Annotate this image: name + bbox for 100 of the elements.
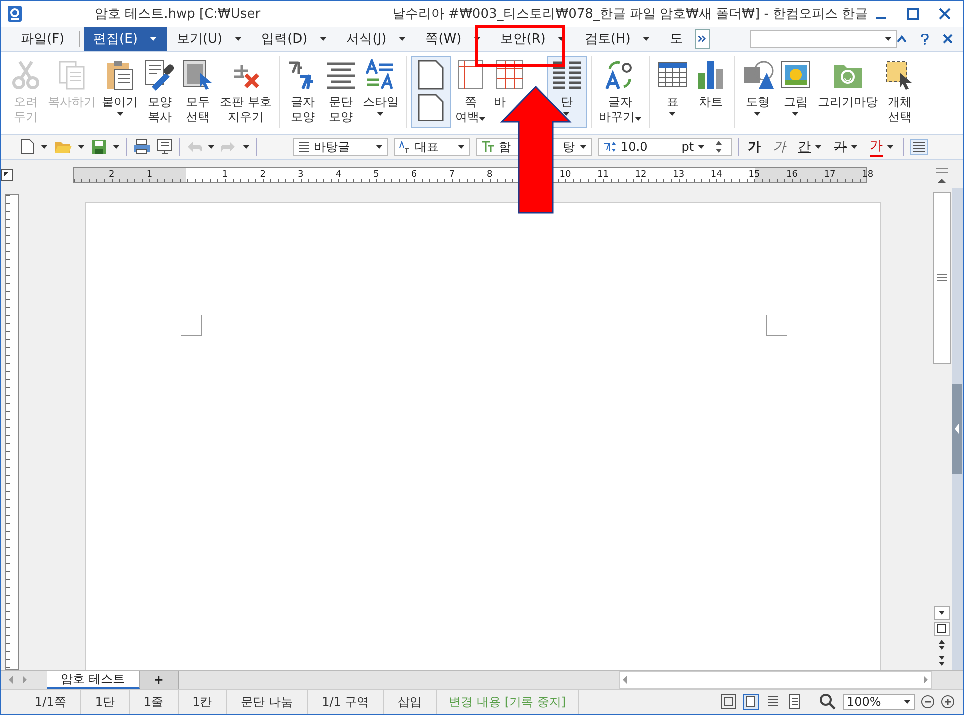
caret-icon[interactable] <box>320 37 327 41</box>
caret-icon[interactable] <box>398 37 406 41</box>
caret-icon[interactable] <box>234 37 242 41</box>
ribbon-button[interactable]: 조판 부호 지우기 <box>217 56 275 128</box>
caret-icon[interactable] <box>243 145 250 149</box>
fit-page-icon[interactable] <box>721 694 737 710</box>
document-tab[interactable]: + <box>140 671 179 689</box>
caret-icon[interactable] <box>642 37 650 41</box>
menu-tab[interactable]: 쪽(W) <box>416 27 491 51</box>
ribbon-button[interactable]: 그림 <box>776 56 815 128</box>
scroll-thumb[interactable] <box>933 192 951 364</box>
caret-icon[interactable] <box>78 145 85 149</box>
caret-icon[interactable] <box>474 37 481 41</box>
ruler-number: 4 <box>336 170 342 180</box>
caret-icon[interactable] <box>634 117 642 121</box>
new-document-icon[interactable] <box>21 139 35 155</box>
draft-view-icon[interactable] <box>787 694 803 710</box>
ruler-number: 10 <box>560 170 572 180</box>
caret-icon[interactable] <box>887 145 894 149</box>
ribbon-button[interactable]: 문단 모양 <box>322 56 360 128</box>
ribbon-button[interactable]: 도형 <box>738 56 777 128</box>
search-icon[interactable] <box>819 693 837 711</box>
format-button[interactable]: 가 <box>770 138 789 156</box>
font-size-combo[interactable]: 10.0 pt <box>598 138 732 156</box>
ribbon-button[interactable]: 붙이기 <box>99 56 141 128</box>
menu-tab[interactable]: 보안(R) <box>490 27 575 51</box>
help-icon[interactable] <box>921 34 929 44</box>
scroll-right-icon[interactable] <box>921 674 931 686</box>
page-view-icon[interactable] <box>743 694 759 710</box>
menu-tab[interactable]: 보기(U) <box>166 27 252 51</box>
style-combo[interactable]: 바탕글 <box>293 138 388 156</box>
ribbon-button[interactable]: 그리기마당 <box>814 56 881 128</box>
print-icon[interactable] <box>133 139 151 155</box>
menu-tab[interactable]: 서식(J) <box>336 27 416 51</box>
format-button[interactable]: 가 <box>867 137 897 157</box>
zoom-combo[interactable]: 100% <box>843 694 915 710</box>
horizontal-scrollbar[interactable] <box>618 671 932 689</box>
zoom-in-icon[interactable] <box>941 695 955 709</box>
collapse-icon[interactable] <box>897 35 907 43</box>
ruler-number: 11 <box>598 170 609 180</box>
side-panel-handle-icon[interactable] <box>952 384 962 474</box>
scroll-down-icon[interactable] <box>934 606 950 620</box>
menu-tab[interactable]: 입력(D) <box>252 27 337 51</box>
paragraph-style-combo[interactable]: 대표 <box>394 138 470 156</box>
ribbon-button[interactable]: 글자 모양 <box>284 56 322 128</box>
ribbon-button[interactable]: 표 <box>654 56 692 128</box>
caret-icon[interactable] <box>377 112 384 116</box>
tab-stop-icon[interactable] <box>1 169 13 181</box>
more-tabs-icon[interactable] <box>694 29 710 49</box>
ribbon-button[interactable]: 모두 선택 <box>179 56 217 128</box>
zoom-out-icon[interactable] <box>921 695 935 709</box>
ribbon-button[interactable] <box>410 56 451 128</box>
page-view-icon[interactable] <box>934 622 950 636</box>
caret-icon[interactable] <box>904 700 911 704</box>
caret-icon[interactable] <box>116 112 124 116</box>
menu-tab[interactable]: 검토(H) <box>574 27 660 51</box>
caret-icon[interactable] <box>558 37 565 41</box>
ribbon-button[interactable]: 스타일 <box>360 56 402 128</box>
window-title: 날수리아 #₩003_티스토리₩078_한글 파일 암호₩새 폴더₩] - 한컴오피스 한글 <box>392 6 868 23</box>
ruler-number: 3 <box>298 170 304 180</box>
caret-icon[interactable] <box>41 145 48 149</box>
caret-icon[interactable] <box>792 112 800 116</box>
caret-icon[interactable] <box>754 112 762 116</box>
menu-tab[interactable]: 편집(E) <box>84 27 167 51</box>
caret-icon[interactable] <box>580 145 587 149</box>
caret-icon[interactable] <box>563 112 570 116</box>
document-tab[interactable]: 암호 테스트 <box>47 671 140 689</box>
status-field: 1줄 <box>130 690 179 714</box>
menu-tab[interactable]: 도 <box>660 27 693 51</box>
caret-icon[interactable] <box>208 145 215 149</box>
caret-icon[interactable] <box>815 145 822 149</box>
caret-icon[interactable] <box>376 145 383 149</box>
format-button[interactable]: 가 <box>745 138 764 156</box>
caret-icon[interactable] <box>479 117 486 121</box>
spinner-icon[interactable] <box>715 140 724 154</box>
caret-icon[interactable] <box>669 112 676 116</box>
caret-icon[interactable] <box>113 145 120 149</box>
preview-icon[interactable] <box>157 139 173 155</box>
close-icon[interactable] <box>939 8 951 20</box>
justify-icon[interactable] <box>910 139 928 155</box>
close-icon[interactable] <box>943 34 953 44</box>
font-icon <box>481 141 495 153</box>
menu-tab[interactable]: 파일(F) <box>11 27 75 51</box>
ribbon-button[interactable]: 글자 바꾸기 <box>596 56 645 128</box>
caret-icon[interactable] <box>884 37 892 41</box>
status-field: 1/1쪽 <box>21 690 82 714</box>
ribbon-button[interactable]: 차트 <box>692 56 730 128</box>
caret-icon[interactable] <box>458 145 465 149</box>
caret-icon[interactable] <box>698 145 706 149</box>
status-field: 삽입 <box>384 690 438 714</box>
maximize-icon[interactable] <box>907 8 919 20</box>
caret-icon[interactable] <box>851 145 858 149</box>
format-button[interactable]: 간 <box>795 138 825 156</box>
format-button[interactable]: 가 <box>831 138 861 156</box>
caret-icon[interactable] <box>150 37 157 41</box>
shapes-icon <box>742 59 774 91</box>
save-icon[interactable] <box>91 139 107 155</box>
ribbon-button[interactable]: 모양 복사 <box>141 56 179 128</box>
ribbon-button[interactable]: 쪽 여백 <box>450 56 491 128</box>
ribbon-button[interactable]: 개체 선택 <box>880 56 919 128</box>
